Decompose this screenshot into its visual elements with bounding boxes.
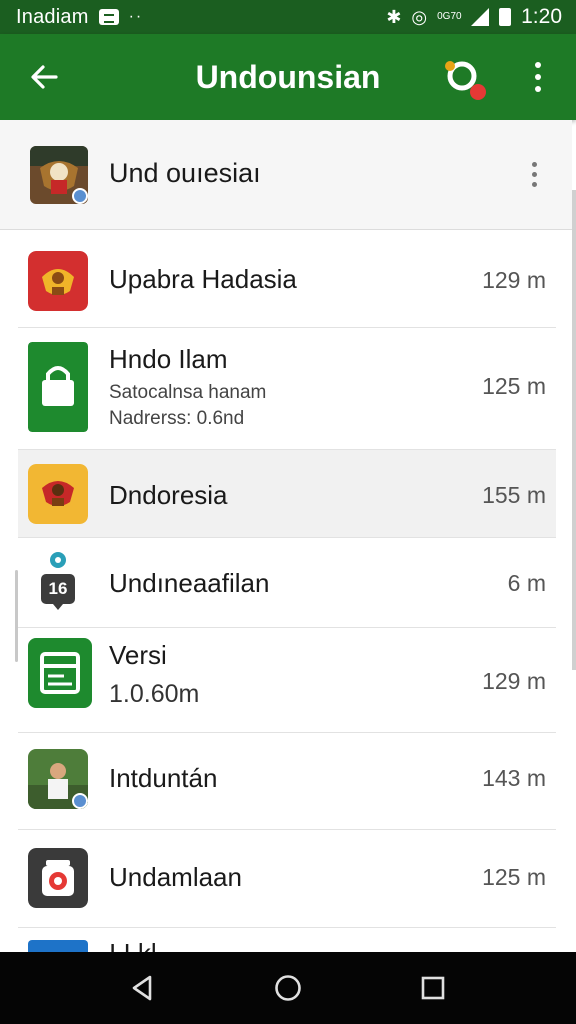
item-title: Undıneaafilan (109, 568, 270, 598)
home-circle-icon (275, 975, 301, 1001)
item-size: 125 m (482, 373, 546, 399)
clock: 1:20 (521, 5, 562, 28)
item-size: 155 m (482, 482, 546, 508)
list-item[interactable]: Intduntán 143 m (18, 732, 556, 830)
list-item[interactable]: Hndo Ilam Satocalnsa hanam Nadrerss: 0.6… (18, 328, 556, 450)
header-title: Und ouıesiaı (109, 158, 261, 188)
blue-app-icon (28, 940, 88, 952)
nav-home-button[interactable] (258, 958, 318, 1018)
scrollbar[interactable] (572, 190, 576, 670)
overflow-dot (531, 181, 537, 187)
item-subtitle: Nadrerss: 0.6nd (109, 408, 245, 429)
battery-icon (499, 8, 512, 26)
item-title: Versi (109, 640, 167, 670)
header-overflow-button[interactable] (522, 156, 546, 192)
overflow-dot (531, 161, 537, 167)
item-title: Undamlaan (109, 862, 242, 892)
status-left: Inadiam ·· (16, 6, 143, 29)
red-emblem-icon (28, 251, 88, 311)
message-icon (98, 9, 119, 25)
emblem-avatar-icon (30, 146, 88, 204)
document-icon (28, 638, 92, 708)
item-size: 129 m (482, 267, 546, 293)
list-item[interactable]: Versi 1.0.60m 129 m (18, 628, 556, 732)
back-button[interactable] (16, 49, 72, 105)
item-size: 129 m (482, 668, 546, 694)
recents-square-icon (422, 976, 445, 1000)
system-nav-bar (0, 952, 576, 1024)
alarm-icon: ◎ (411, 6, 428, 27)
nav-recents-button[interactable] (403, 958, 463, 1018)
bluetooth-icon: ✱ (386, 6, 402, 27)
item-title: Dndoresia (109, 480, 228, 510)
app-bar: Undounsian (0, 34, 576, 120)
overflow-dot (535, 62, 541, 68)
overflow-dot (535, 74, 541, 80)
camera-icon (28, 848, 88, 908)
search-icon (445, 61, 486, 100)
lock-icon (28, 342, 88, 432)
list-item[interactable]: I I kl (18, 928, 556, 952)
item-size: 6 m (507, 570, 546, 596)
photo-avatar-icon (28, 749, 88, 809)
item-subtitle: 1.0.60m (109, 680, 200, 708)
nav-back-button[interactable] (113, 958, 173, 1018)
scroll-indicator (15, 570, 18, 662)
item-size: 125 m (482, 864, 546, 890)
back-triangle-icon (132, 975, 151, 1001)
item-title: Intduntán (109, 763, 218, 793)
content-list[interactable]: Und ouıesiaı Upabra Hadasia 129 m Hndo I… (0, 120, 576, 952)
location-badge-icon: 16 (33, 550, 83, 616)
item-size: 143 m (482, 765, 546, 791)
signal-icon (471, 8, 490, 26)
overflow-dot (531, 171, 537, 177)
back-arrow-icon (31, 65, 58, 89)
carrier-name: Inadiam (16, 5, 89, 28)
overflow-dot (535, 86, 541, 92)
header-row[interactable]: Und ouıesiaı (0, 120, 572, 230)
badge-count: 16 (48, 579, 68, 598)
list-item[interactable]: Upabra Hadasia 129 m (18, 230, 556, 328)
search-button[interactable] (438, 54, 488, 104)
list-item[interactable]: 16 Undıneaafilan 6 m (18, 538, 556, 628)
status-bar: Inadiam ·· ✱ ◎ 0G70 1:20 (0, 0, 576, 34)
item-subtitle: Satocalnsa hanam (109, 382, 267, 403)
item-title: Hndo Ilam (109, 344, 228, 374)
notification-dots: ·· (128, 8, 144, 25)
page-title: Undounsian (195, 58, 381, 95)
item-title: I I kl (109, 938, 157, 952)
list-item[interactable]: Dndoresia 155 m (18, 450, 556, 538)
status-right: ✱ ◎ 0G70 1:20 (386, 5, 562, 29)
overflow-menu-button[interactable] (518, 52, 558, 102)
yellow-emblem-icon (28, 464, 88, 524)
item-title: Upabra Hadasia (109, 264, 297, 294)
list-item[interactable]: Undamlaan 125 m (18, 830, 556, 928)
network-type-label: 0G70 (437, 11, 462, 22)
